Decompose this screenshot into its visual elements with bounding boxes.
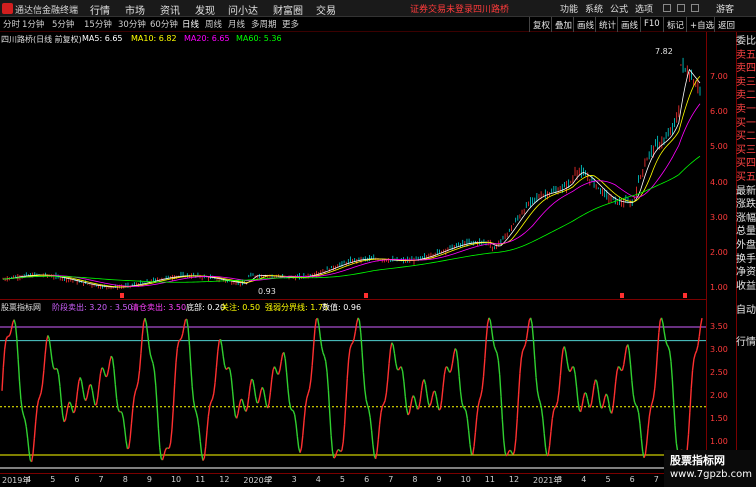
- date-tick: 4: [26, 475, 32, 484]
- date-tick: 10: [460, 475, 471, 484]
- indicator-tick: 2.50: [710, 368, 728, 377]
- date-tick: 4: [581, 475, 587, 484]
- price-tick: 7.00: [710, 72, 728, 81]
- indicator-tick: 3.50: [710, 322, 728, 331]
- date-tick: 7: [653, 475, 659, 484]
- sub-label-stage-sell: 阶段卖出: 3.20 : 3.50: [52, 303, 133, 312]
- sub-label-clear-sell: 清仓卖出: 3.50: [131, 303, 187, 312]
- indicator-tick: 3.00: [710, 345, 728, 354]
- sidebar-item[interactable]: 卖五: [736, 50, 756, 61]
- date-tick: 9: [146, 475, 152, 484]
- main-chart-title: 四川路桥(日线 前复权): [1, 35, 82, 44]
- date-tick: 8: [122, 475, 128, 484]
- date-tick: 9: [436, 475, 442, 484]
- date-tick: 10: [170, 475, 182, 484]
- ma5-label: MA5: 6.65: [82, 34, 123, 43]
- sidebar-item[interactable]: 卖二: [736, 90, 756, 101]
- price-tick: 6.00: [710, 107, 728, 116]
- price-tick: 1.00: [710, 283, 728, 292]
- sidebar-item[interactable]: 总量: [736, 226, 756, 237]
- sub-label-value: 数值: 0.96: [322, 303, 362, 312]
- price-tick: 4.00: [710, 178, 728, 187]
- date-axis: [0, 473, 706, 487]
- sidebar-item[interactable]: 卖一: [736, 104, 756, 115]
- sidebar-item[interactable]: 买一: [736, 118, 756, 129]
- price-tick: 2.00: [710, 248, 728, 257]
- ma20-label: MA20: 6.65: [184, 34, 230, 43]
- watermark-url: www.7gpzb.com: [670, 469, 752, 480]
- date-tick: 12: [508, 475, 520, 484]
- sidebar-item[interactable]: 卖四: [736, 63, 756, 74]
- sidebar-item[interactable]: 最新: [736, 186, 756, 197]
- date-tick: 6: [74, 475, 80, 484]
- indicator-tick: 1.50: [710, 414, 728, 423]
- sidebar-item[interactable]: 换手: [736, 254, 756, 265]
- date-tick: 3: [557, 475, 563, 484]
- date-tick: 5: [339, 475, 346, 484]
- sidebar-item[interactable]: 买四: [736, 158, 756, 169]
- ma10-label: MA10: 6.82: [131, 34, 177, 43]
- sidebar-item[interactable]: 涨幅: [736, 213, 756, 224]
- price-tick: 3.00: [710, 213, 728, 222]
- quote-button[interactable]: 行情: [736, 336, 756, 349]
- sub-label-bottom: 底部: 0.20: [186, 303, 226, 312]
- date-tick: 3: [291, 475, 297, 484]
- date-tick: 6: [629, 475, 635, 484]
- sidebar-item[interactable]: 买二: [736, 131, 756, 142]
- sidebar-item[interactable]: 买五: [736, 172, 756, 183]
- price-tick: 5.00: [710, 142, 728, 151]
- date-tick: 12: [219, 475, 230, 484]
- date-tick: 2: [267, 475, 273, 484]
- sidebar-item[interactable]: 卖三: [736, 77, 756, 88]
- low-price-label: 0.93: [258, 287, 276, 296]
- sidebar-item[interactable]: 涨跌: [736, 199, 756, 210]
- indicator-tick: 1.00: [710, 437, 728, 446]
- date-tick: 5: [605, 475, 611, 484]
- date-tick: 8: [412, 475, 418, 484]
- indicator-tick: 2.00: [710, 391, 728, 400]
- main-kline-chart[interactable]: [0, 32, 706, 300]
- sidebar-item[interactable]: 收益: [736, 281, 756, 292]
- auto-button[interactable]: 自动: [736, 304, 756, 317]
- date-tick: 4: [315, 475, 321, 484]
- date-tick: 11: [484, 475, 495, 484]
- date-tick: 7: [98, 475, 104, 484]
- high-price-label: 7.82: [655, 47, 673, 56]
- sidebar-item[interactable]: 净资: [736, 267, 756, 278]
- date-tick: 11: [195, 475, 206, 484]
- sub-label-divide: 强弱分界线: 1.75: [265, 303, 329, 312]
- date-tick: 6: [364, 475, 370, 484]
- sub-label-watch: 关注: 0.50: [221, 303, 261, 312]
- ma60-label: MA60: 5.36: [236, 34, 282, 43]
- sidebar-item[interactable]: 外盘: [736, 240, 756, 251]
- sidebar-item[interactable]: 委比: [736, 36, 756, 47]
- watermark-title: 股票指标网: [670, 454, 725, 467]
- indicator-title: 股票指标网: [1, 303, 41, 312]
- indicator-chart[interactable]: [0, 300, 706, 473]
- indicator-sidebar: [736, 300, 756, 473]
- sidebar-item[interactable]: 买三: [736, 145, 756, 156]
- date-tick: 7: [388, 475, 394, 484]
- date-tick: 5: [50, 475, 56, 484]
